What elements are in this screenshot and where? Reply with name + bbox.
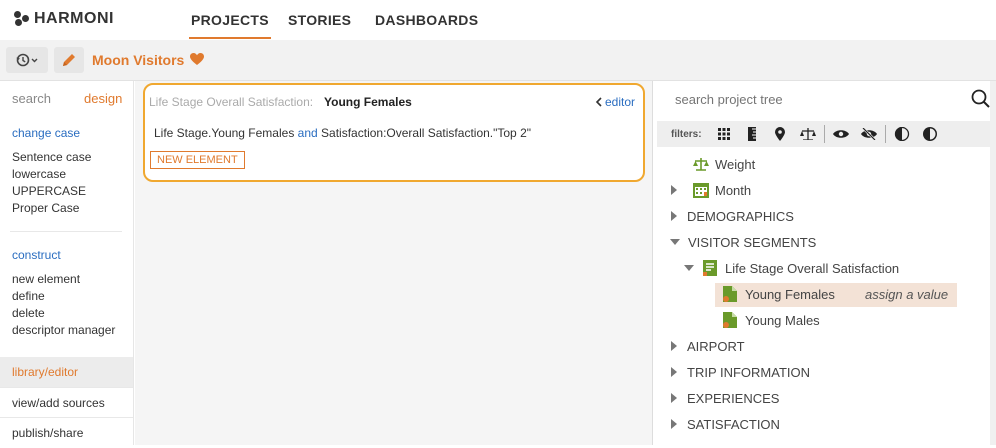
sentence-case-action[interactable]: Sentence case (12, 150, 91, 164)
tree-item-airport[interactable]: AIRPORT (671, 335, 745, 359)
chevron-right-icon[interactable] (671, 419, 677, 429)
tab-stories[interactable]: STORIES (288, 12, 351, 28)
tree-search (661, 85, 991, 115)
chevron-down-icon[interactable] (684, 265, 694, 271)
lowercase-action[interactable]: lowercase (12, 167, 66, 181)
tab-projects[interactable]: PROJECTS (189, 12, 271, 39)
tree-search-input[interactable] (675, 92, 945, 107)
chevron-right-icon[interactable] (671, 393, 677, 403)
contrast-filled-icon[interactable] (916, 124, 944, 144)
tree-item-label: TRIP INFORMATION (687, 365, 811, 380)
logo[interactable]: HARMONI (14, 10, 114, 28)
uppercase-action[interactable]: UPPERCASE (12, 184, 86, 198)
tree-item-life-stage-overall-satisfaction[interactable]: Life Stage Overall Satisfaction (684, 257, 899, 281)
ruler-icon[interactable] (738, 124, 766, 144)
tree-item-label: Life Stage Overall Satisfaction (725, 261, 900, 276)
editor-area: Life Stage Overall Satisfaction: Young F… (135, 81, 652, 445)
tree-item-young-females[interactable]: Young Females assign a value (715, 283, 957, 307)
segment-icon (723, 286, 737, 302)
heart-icon[interactable] (190, 53, 205, 66)
search-icon[interactable] (971, 89, 991, 109)
chevron-right-icon[interactable] (671, 211, 677, 221)
chevron-down-icon[interactable] (670, 239, 680, 245)
chevron-right-icon[interactable] (671, 341, 677, 351)
element-group-label: Life Stage Overall Satisfaction: (149, 95, 314, 109)
change-case-heading: change case (12, 126, 81, 140)
contrast-icon[interactable] (888, 124, 916, 144)
tree-item-label: DEMOGRAPHICS (687, 209, 794, 224)
project-title[interactable]: Moon Visitors (92, 52, 205, 68)
tree-item-demographics[interactable]: DEMOGRAPHICS (671, 205, 794, 229)
tree-item-experiences[interactable]: EXPERIENCES (671, 387, 779, 411)
element-editor-card: Life Stage Overall Satisfaction: Young F… (143, 83, 645, 182)
delete-action[interactable]: delete (12, 306, 45, 320)
tree-item-label: Weight (715, 157, 756, 172)
define-action[interactable]: define (12, 289, 45, 303)
tab-dashboards[interactable]: DASHBOARDS (375, 12, 478, 28)
tree-item-month[interactable]: Month (671, 179, 751, 203)
divider (823, 125, 825, 143)
sidebar-item-publish-share[interactable]: publish/share (0, 418, 133, 448)
chevron-right-icon[interactable] (671, 185, 677, 195)
project-title-text: Moon Visitors (92, 52, 185, 68)
sidebar-item-library-editor[interactable]: library/editor (0, 357, 133, 387)
list-icon (703, 260, 717, 276)
new-element-button[interactable]: NEW ELEMENT (150, 151, 245, 169)
element-expression[interactable]: Life Stage.Young Females and Satisfactio… (154, 126, 531, 140)
brand-name: HARMONI (34, 10, 114, 27)
descriptor-manager-action[interactable]: descriptor manager (12, 323, 115, 337)
calendar-icon (693, 183, 709, 198)
tree-item-label: Month (715, 183, 752, 198)
proper-case-action[interactable]: Proper Case (12, 201, 79, 215)
tree-item-label: Young Females (745, 287, 835, 302)
scale-icon (693, 156, 709, 172)
editor-link[interactable]: editor (595, 95, 635, 109)
edit-button[interactable] (54, 47, 84, 73)
pencil-icon (63, 54, 75, 66)
sidebar-tab-design[interactable]: design (84, 91, 122, 106)
filter-bar: filters: (657, 121, 991, 147)
chevron-left-icon (595, 97, 602, 107)
sidebar-item-view-add-sources[interactable]: view/add sources (0, 388, 133, 418)
tree-item-trip-information[interactable]: TRIP INFORMATION (671, 361, 810, 385)
construct-heading: construct (12, 248, 61, 262)
tree-item-young-males[interactable]: Young Males (723, 309, 820, 333)
design-sidebar: search design change case Sentence case … (0, 81, 134, 445)
expression-term: Life Stage.Young Females (154, 126, 295, 140)
expression-term: Satisfaction:Overall Satisfaction."Top 2… (321, 126, 531, 140)
harmoni-logo-icon (14, 11, 30, 27)
tree-item-label: Young Males (745, 313, 820, 328)
element-name: Young Females (324, 95, 412, 109)
project-toolbar: Moon Visitors (0, 40, 996, 81)
segment-icon (723, 312, 737, 328)
assign-value-hint[interactable]: assign a value (865, 283, 948, 307)
editor-link-text: editor (604, 95, 635, 109)
history-dropdown-button[interactable] (6, 47, 48, 73)
tree-item-label: VISITOR SEGMENTS (688, 235, 817, 250)
top-nav: HARMONI PROJECTS STORIES DASHBOARDS (0, 0, 996, 40)
tree-item-label: EXPERIENCES (687, 391, 780, 406)
tree-scrollbar[interactable] (990, 81, 996, 445)
expression-operator: and (297, 126, 318, 140)
new-element-action[interactable]: new element (12, 272, 80, 286)
grid-icon[interactable] (710, 124, 738, 144)
tree-item-visitor-segments[interactable]: VISITOR SEGMENTS (670, 231, 816, 255)
filters-label: filters: (671, 128, 702, 140)
eye-off-icon[interactable] (855, 124, 883, 144)
tree-item-satisfaction[interactable]: SATISFACTION (671, 413, 780, 437)
divider (884, 125, 886, 143)
project-tree-panel: filters: Weigh (652, 81, 996, 445)
divider (10, 231, 122, 232)
location-pin-icon[interactable] (766, 124, 794, 144)
chevron-right-icon[interactable] (671, 367, 677, 377)
tree-item-label: SATISFACTION (687, 417, 780, 432)
eye-icon[interactable] (827, 124, 855, 144)
sidebar-tab-search[interactable]: search (12, 91, 51, 106)
tree-item-label: AIRPORT (687, 339, 745, 354)
tree-item-weight[interactable]: Weight (693, 153, 755, 177)
scale-icon[interactable] (794, 124, 822, 144)
history-icon (16, 53, 38, 67)
